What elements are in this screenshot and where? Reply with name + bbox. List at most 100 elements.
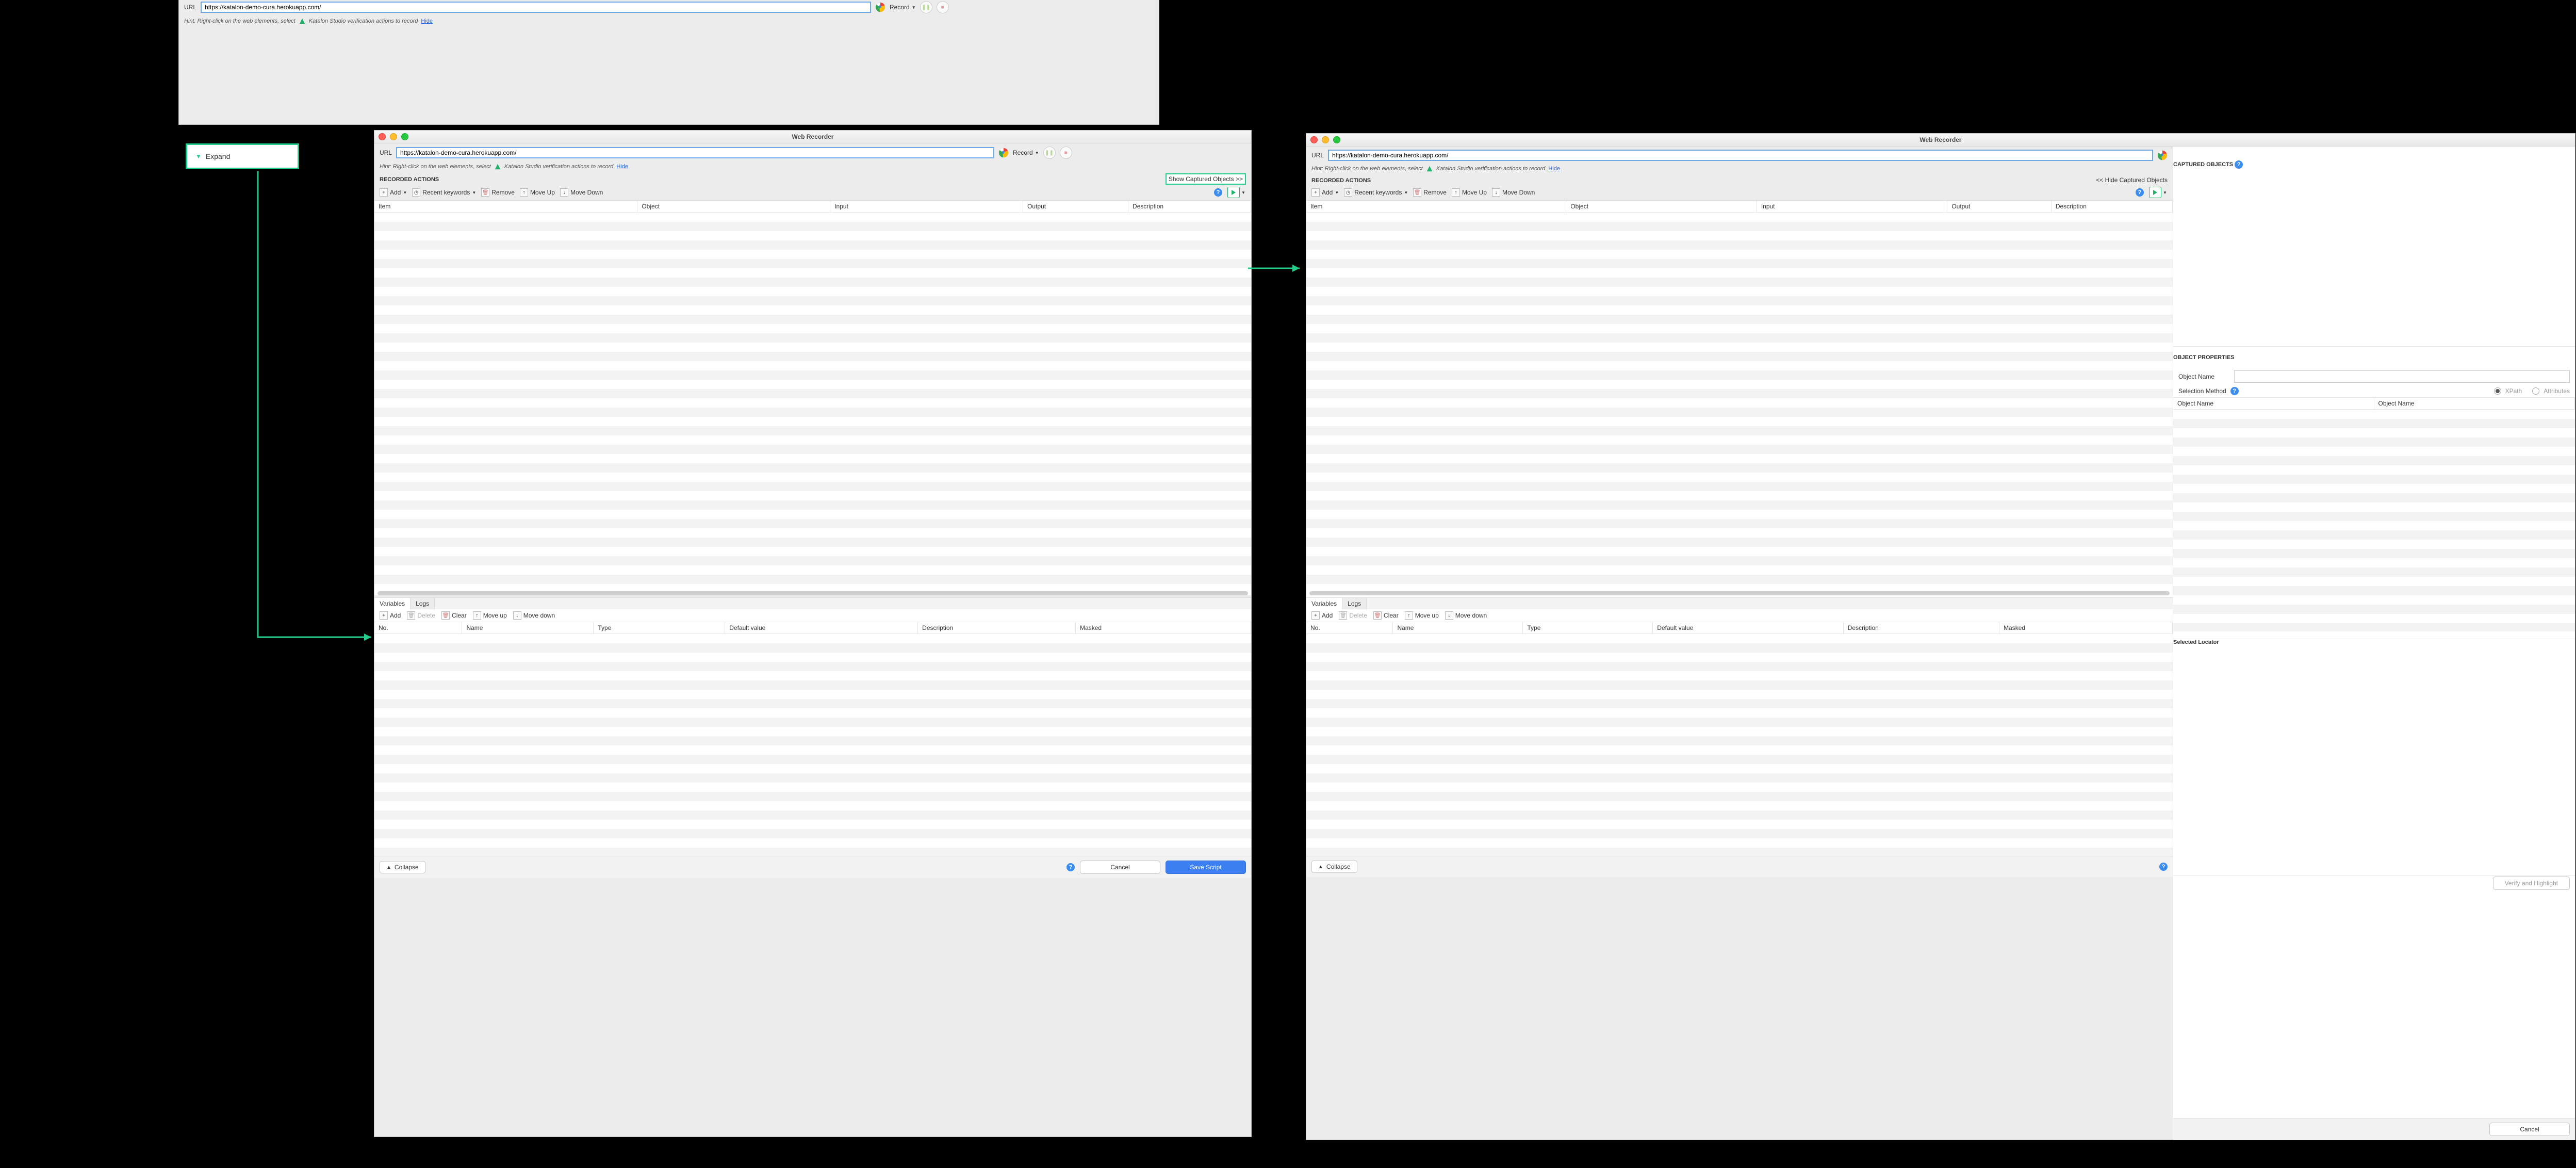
col-input[interactable]: Input	[830, 201, 1023, 213]
expand-button[interactable]: ▼ Expand	[186, 143, 299, 169]
move-down-button[interactable]: ↓Move Down	[560, 188, 603, 197]
col-name[interactable]: Name	[462, 622, 594, 634]
selected-locator-header: Selected Locator	[2173, 639, 2575, 645]
url-input[interactable]	[1328, 150, 2153, 161]
remove-button[interactable]: 🗑Remove	[1413, 188, 1447, 197]
col-name[interactable]: Name	[1393, 622, 1523, 634]
recent-keywords-button[interactable]: ◷Recent keywords▼	[1344, 188, 1408, 197]
move-down-button[interactable]: ↓Move Down	[1492, 188, 1535, 197]
help-icon[interactable]: ?	[1067, 863, 1075, 871]
col-output[interactable]: Output	[1023, 201, 1128, 213]
url-input[interactable]	[396, 147, 994, 158]
show-captured-objects-button[interactable]: Show Captured Objects >>	[1166, 173, 1246, 185]
run-button[interactable]	[2149, 187, 2161, 198]
tab-logs[interactable]: Logs	[411, 598, 435, 609]
help-icon[interactable]: ?	[2159, 863, 2168, 871]
col-description[interactable]: Description	[2051, 201, 2172, 213]
var-move-up-button[interactable]: ↑Move up	[1405, 611, 1439, 620]
var-move-down-button[interactable]: ↓Move down	[513, 611, 555, 620]
arrow-up-icon: ↑	[1452, 188, 1460, 197]
recorder-window-medium: Web Recorder URL Record ▼ ❚❚ ■ Hint: Rig…	[374, 130, 1252, 1137]
col-output[interactable]: Output	[1947, 201, 2052, 213]
help-icon[interactable]: ?	[2136, 188, 2144, 197]
radio-xpath[interactable]	[2494, 387, 2501, 395]
locator-area[interactable]	[2173, 653, 2575, 875]
col-input[interactable]: Input	[1757, 201, 1947, 213]
col-masked[interactable]: Masked	[1076, 622, 1251, 634]
collapse-button[interactable]: ▲Collapse	[380, 861, 425, 873]
save-script-button[interactable]: Save Script	[1166, 861, 1246, 874]
add-button[interactable]: +Add▼	[1311, 188, 1339, 197]
col-object[interactable]: Object	[1566, 201, 1757, 213]
tab-variables[interactable]: Variables	[1306, 598, 1342, 609]
run-dropdown-caret[interactable]: ▼	[2162, 190, 2168, 195]
col-type[interactable]: Type	[594, 622, 725, 634]
url-input[interactable]	[201, 2, 871, 13]
horizontal-scrollbar[interactable]	[378, 591, 1248, 595]
col-no[interactable]: No.	[1306, 622, 1393, 634]
col-item[interactable]: Item	[374, 201, 637, 213]
recent-keywords-button[interactable]: ◷Recent keywords▼	[412, 188, 476, 197]
hide-captured-objects-button[interactable]: << Hide Captured Objects	[2096, 176, 2168, 184]
verify-highlight-button[interactable]: Verify and Highlight	[2493, 877, 2570, 890]
help-icon[interactable]: ?	[2230, 387, 2239, 395]
move-up-button[interactable]: ↑Move Up	[520, 188, 555, 197]
stop-button[interactable]: ■	[1060, 147, 1072, 159]
actions-table-body[interactable]	[1306, 213, 2173, 589]
variables-table-body[interactable]	[1306, 634, 2173, 856]
var-move-down-button[interactable]: ↓Move down	[1445, 611, 1487, 620]
stop-button[interactable]: ■	[937, 1, 949, 13]
var-delete-button[interactable]: 🗑Delete	[1339, 611, 1367, 620]
cancel-button[interactable]: Cancel	[1080, 861, 1160, 874]
add-button[interactable]: +Add▼	[380, 188, 407, 197]
col-item[interactable]: Item	[1306, 201, 1566, 213]
radio-attributes[interactable]	[2532, 387, 2539, 395]
cancel-button[interactable]: Cancel	[2489, 1123, 2570, 1136]
col-object-name-2[interactable]: Object Name	[2374, 398, 2575, 409]
var-delete-button[interactable]: 🗑Delete	[407, 611, 435, 620]
col-description[interactable]: Description	[1843, 622, 1999, 634]
captured-objects-tree[interactable]	[2173, 176, 2575, 346]
pause-button[interactable]: ❚❚	[1043, 147, 1056, 159]
col-masked[interactable]: Masked	[1999, 622, 2173, 634]
hide-link[interactable]: Hide	[1548, 166, 1560, 172]
help-icon[interactable]: ?	[2235, 160, 2243, 169]
plus-icon: +	[380, 188, 388, 197]
var-move-up-button[interactable]: ↑Move up	[473, 611, 507, 620]
record-dropdown[interactable]: Record ▼	[1013, 149, 1039, 156]
col-description[interactable]: Description	[1128, 201, 1251, 213]
help-icon[interactable]: ?	[1214, 188, 1222, 197]
record-dropdown[interactable]: Record ▼	[890, 4, 916, 11]
var-clear-button[interactable]: 🗑Clear	[1373, 611, 1399, 620]
move-up-button[interactable]: ↑Move Up	[1452, 188, 1487, 197]
object-properties-header: OBJECT PROPERTIES	[2173, 354, 2575, 361]
collapse-button[interactable]: ▲Collapse	[1311, 861, 1357, 873]
object-name-row: Object Name	[2173, 368, 2575, 385]
col-no[interactable]: No.	[374, 622, 462, 634]
var-clear-button[interactable]: 🗑Clear	[441, 611, 467, 620]
var-add-button[interactable]: +Add	[1311, 611, 1333, 620]
hide-link[interactable]: Hide	[421, 18, 433, 24]
col-object-name-1[interactable]: Object Name	[2173, 398, 2374, 409]
col-object[interactable]: Object	[637, 201, 830, 213]
var-add-button[interactable]: +Add	[380, 611, 401, 620]
katalon-icon	[494, 163, 501, 170]
remove-button[interactable]: 🗑Remove	[481, 188, 515, 197]
pause-button[interactable]: ❚❚	[920, 1, 932, 13]
object-name-input[interactable]	[2234, 370, 2570, 383]
tab-variables[interactable]: Variables	[374, 598, 411, 609]
properties-table-body[interactable]	[2173, 410, 2575, 631]
col-description[interactable]: Description	[918, 622, 1076, 634]
variables-table-body[interactable]	[374, 634, 1251, 856]
chrome-icon	[998, 148, 1009, 158]
hint-pre: Hint: Right-click on the web elements, s…	[380, 164, 491, 170]
run-dropdown-caret[interactable]: ▼	[1241, 190, 1246, 195]
actions-table-body[interactable]	[374, 213, 1251, 589]
col-default[interactable]: Default value	[1653, 622, 1843, 634]
col-type[interactable]: Type	[1523, 622, 1653, 634]
run-button[interactable]	[1227, 187, 1240, 198]
horizontal-scrollbar[interactable]	[1309, 591, 2170, 595]
col-default[interactable]: Default value	[725, 622, 918, 634]
tab-logs[interactable]: Logs	[1342, 598, 1367, 609]
hide-link[interactable]: Hide	[616, 164, 628, 170]
